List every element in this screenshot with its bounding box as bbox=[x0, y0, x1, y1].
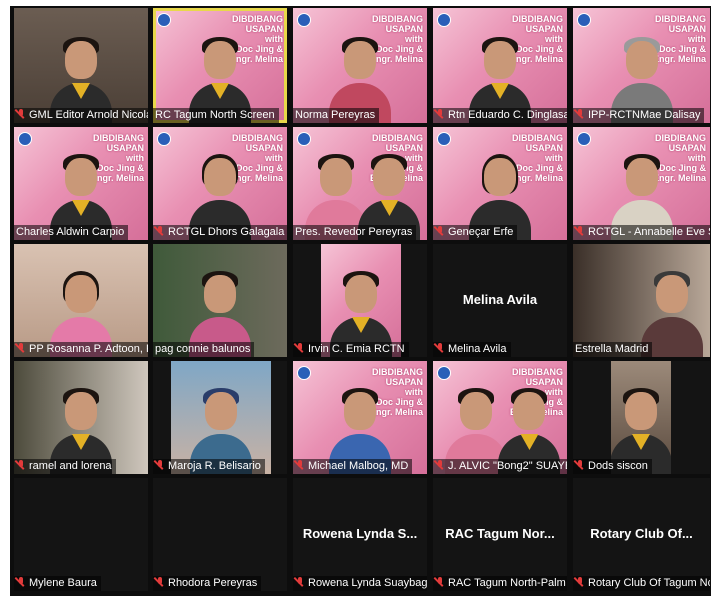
mic-muted-icon bbox=[575, 109, 585, 119]
mic-muted-icon bbox=[295, 343, 305, 353]
rotary-logo-icon bbox=[437, 366, 451, 380]
mic-muted-icon bbox=[435, 226, 445, 236]
participant-tile[interactable]: DIBDIBANGUSAPANwithDoc Jing &Engr. Melin… bbox=[153, 127, 287, 240]
participant-tile[interactable]: Melina Avila Melina Avila bbox=[433, 244, 567, 357]
participant-name-label: pag connie balunos bbox=[153, 342, 255, 357]
participant-name-label: Michael Malbog, MD bbox=[293, 459, 413, 474]
rotary-logo-icon bbox=[18, 132, 32, 146]
participant-name-placeholder: Melina Avila bbox=[462, 291, 538, 307]
participant-name-label: Estrella Madrid bbox=[573, 342, 653, 357]
participant-tile[interactable]: Maroja R. Belisario bbox=[153, 361, 287, 474]
participant-name-label: Irvin C. Emia RCTN bbox=[293, 342, 409, 357]
mic-muted-icon bbox=[155, 226, 165, 236]
rotary-logo-icon bbox=[297, 366, 311, 380]
mic-muted-icon bbox=[16, 577, 26, 587]
participant-name-label: RCTGL Dhors Galagala bbox=[153, 225, 287, 240]
participant-tile[interactable]: Rhodora Pereyras bbox=[153, 478, 287, 591]
mic-muted-icon bbox=[16, 109, 26, 119]
participant-tile[interactable]: Rowena Lynda S... Rowena Lynda Suaybagui… bbox=[293, 478, 427, 591]
rotary-logo-icon bbox=[577, 132, 591, 146]
participant-tile[interactable]: Dods siscon bbox=[573, 361, 710, 474]
participant-name-label: PP Rosanna P. Adtoon, PHF... bbox=[14, 342, 148, 357]
participant-name-placeholder: Rowena Lynda S... bbox=[302, 525, 418, 541]
participant-tile[interactable]: DIBDIBANGUSAPANwithDoc Jing &Engr. Melin… bbox=[433, 361, 567, 474]
rotary-logo-icon bbox=[577, 13, 591, 27]
participant-name-label: GML Editor Arnold Nicolas... bbox=[14, 108, 148, 123]
participant-tile[interactable]: pag connie balunos bbox=[153, 244, 287, 357]
participant-name-placeholder: Rotary Club Of... bbox=[590, 525, 693, 541]
participant-video-frame bbox=[611, 361, 671, 474]
participant-tile[interactable]: Rotary Club Of... Rotary Club Of Tagum N… bbox=[573, 478, 710, 591]
rotary-logo-icon bbox=[297, 13, 311, 27]
mic-muted-icon bbox=[575, 460, 585, 470]
participant-name-placeholder: RAC Tagum Nor... bbox=[445, 525, 555, 541]
rotary-logo-icon bbox=[437, 13, 451, 27]
rotary-logo-icon bbox=[157, 132, 171, 146]
mic-muted-icon bbox=[435, 577, 445, 587]
mic-muted-icon bbox=[155, 577, 165, 587]
participant-tile[interactable]: Estrella Madrid bbox=[573, 244, 710, 357]
participant-name-label: Norma Pereyras bbox=[293, 108, 380, 123]
participant-tile[interactable]: DIBDIBANGUSAPANwithDoc Jing &Engr. Melin… bbox=[433, 127, 567, 240]
participant-tile[interactable]: DIBDIBANGUSAPANwithDoc Jing &Engr. Melin… bbox=[573, 8, 710, 123]
participant-tile[interactable]: DIBDIBANGUSAPANwithDoc Jing &Engr. Melin… bbox=[293, 8, 427, 123]
participant-name-label: Dods siscon bbox=[573, 459, 652, 474]
mic-muted-icon bbox=[155, 460, 165, 470]
mic-muted-icon bbox=[295, 577, 305, 587]
participant-tile[interactable]: PP Rosanna P. Adtoon, PHF... bbox=[14, 244, 148, 357]
participant-tile[interactable]: Irvin C. Emia RCTN bbox=[293, 244, 427, 357]
mic-muted-icon bbox=[16, 460, 26, 470]
participant-name-label: Geneçar Erfe bbox=[433, 225, 518, 240]
rotary-logo-icon bbox=[157, 13, 171, 27]
participant-name-label: Rowena Lynda Suaybaguio bbox=[293, 576, 427, 591]
participant-name-label: J. ALVIC "Bong2" SUAYBAGUIO bbox=[433, 459, 567, 474]
participant-name-label: RC Tagum North Screen bbox=[153, 108, 279, 123]
participant-name-label: ramel and lorena bbox=[14, 459, 116, 474]
mic-muted-icon bbox=[435, 343, 445, 353]
mic-muted-icon bbox=[435, 109, 445, 119]
participant-name-label: RAC Tagum North-Palm Cit... bbox=[433, 576, 567, 591]
participant-name-label: Rhodora Pereyras bbox=[153, 576, 262, 591]
participant-tile[interactable]: GML Editor Arnold Nicolas... bbox=[14, 8, 148, 123]
participant-tile[interactable]: DIBDIBANGUSAPANwithDoc Jing &Engr. Melin… bbox=[293, 361, 427, 474]
participant-name-label: IPP-RCTNMae Dalisay bbox=[573, 108, 705, 123]
participant-name-label: Rtn Eduardo C. Dinglasan Jr. bbox=[433, 108, 567, 123]
participant-name-label: RCTGL - Annabelle Eve Sator bbox=[573, 225, 710, 240]
participant-name-label: Charles Aldwin Carpio bbox=[14, 225, 129, 240]
participant-tile-active-speaker[interactable]: DIBDIBANG USAPAN with Doc Jing & Engr. Melin… bbox=[153, 8, 287, 123]
participant-tile[interactable]: DIBDIBANGUSAPANwithDoc Jing &Engr. Melin… bbox=[573, 127, 710, 240]
participant-tile[interactable]: ramel and lorena bbox=[14, 361, 148, 474]
mic-muted-icon bbox=[575, 577, 585, 587]
mic-muted-icon bbox=[16, 343, 26, 353]
participant-tile[interactable]: DIBDIBANGUSAPANwithDoc Jing &Engr. Melin… bbox=[433, 8, 567, 123]
participant-tile[interactable]: DIBDIBANGUSAPANwithDoc Jing &Engr. Melin… bbox=[293, 127, 427, 240]
participant-video-frame bbox=[171, 361, 271, 474]
participant-tile[interactable]: Mylene Baura bbox=[14, 478, 148, 591]
participant-name-label: Rotary Club Of Tagum North bbox=[573, 576, 710, 591]
participant-tile[interactable]: RAC Tagum Nor... RAC Tagum North-Palm Ci… bbox=[433, 478, 567, 591]
participant-name-label: Mylene Baura bbox=[14, 576, 101, 591]
rotary-logo-icon bbox=[437, 132, 451, 146]
mic-muted-icon bbox=[575, 226, 585, 236]
mic-muted-icon bbox=[435, 460, 445, 470]
participant-video-frame bbox=[321, 244, 401, 357]
participant-tile[interactable]: DIBDIBANGUSAPANwithDoc Jing &Engr. Melin… bbox=[14, 127, 148, 240]
participant-name-label: Maroja R. Belisario bbox=[153, 459, 265, 474]
rotary-logo-icon bbox=[297, 132, 311, 146]
participant-name-label: Melina Avila bbox=[433, 342, 511, 357]
participant-name-label: Pres. Revedor Pereyras bbox=[293, 225, 417, 240]
video-grid: GML Editor Arnold Nicolas... DIBDIBANGUS… bbox=[10, 6, 711, 596]
mic-muted-icon bbox=[295, 460, 305, 470]
